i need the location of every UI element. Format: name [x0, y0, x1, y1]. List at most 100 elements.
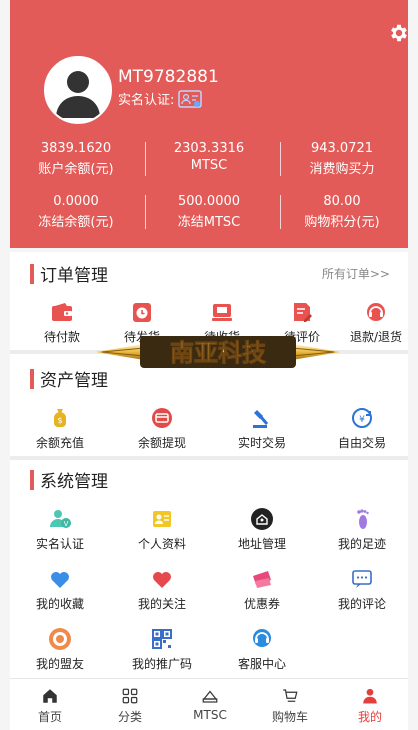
tab-label: 购物车	[271, 710, 308, 724]
system-address[interactable]: 地址管理	[222, 507, 302, 552]
order-label: 待付款	[43, 330, 80, 344]
stat-label: 购物积分(元)	[304, 215, 380, 230]
avatar[interactable]	[44, 56, 112, 124]
tab-label: 分类	[117, 710, 142, 724]
system-favorites[interactable]: 我的收藏	[20, 567, 100, 612]
all-orders-link[interactable]: 所有订单>>	[322, 265, 390, 282]
svg-text:¥: ¥	[359, 415, 365, 425]
system-label: 客服中心	[237, 657, 286, 671]
comment-icon	[352, 570, 372, 588]
hammer-icon	[253, 410, 269, 428]
tab-category[interactable]: 分类	[90, 679, 170, 725]
tab-home[interactable]: 首页	[10, 679, 90, 725]
grid-icon	[122, 688, 138, 704]
system-coupons[interactable]: 优惠券	[222, 567, 302, 612]
asset-realtime-trade[interactable]: 实时交易	[222, 406, 302, 451]
page: MT9782881 实名认证: 3839.1620 账户余额(元) 2303.3…	[0, 0, 418, 730]
heart-red-icon	[153, 572, 171, 588]
stat-value: 500.0000	[177, 194, 241, 209]
realname-label: 实名认证:	[118, 93, 175, 108]
realname-status[interactable]: 实名认证:	[118, 89, 203, 108]
svg-text:V: V	[64, 520, 69, 528]
system-promo-code[interactable]: 我的推广码	[122, 627, 202, 672]
stat-value: 3839.1620	[40, 141, 112, 156]
money-bag-icon: $	[54, 409, 66, 427]
system-label: 我的足迹	[337, 537, 386, 551]
gear-icon[interactable]	[388, 22, 410, 44]
brand-banner: 南亚科技	[96, 336, 340, 368]
heart-blue-icon	[51, 572, 69, 588]
orders-header: 订单管理	[30, 261, 108, 286]
section-marker	[30, 263, 34, 284]
stat-shopping-points[interactable]: 80.00 购物积分(元)	[276, 194, 408, 230]
card-icon	[152, 408, 172, 428]
section-marker	[30, 368, 34, 389]
truck-icon	[212, 304, 232, 321]
coupon-icon	[253, 571, 271, 588]
id-card-icon[interactable]	[178, 89, 203, 108]
stat-frozen-mtsc[interactable]: 500.0000 冻结MTSC	[143, 194, 275, 230]
headset-icon	[367, 303, 385, 321]
system-header: 系统管理	[30, 467, 108, 492]
service-icon	[253, 629, 271, 647]
exchange-icon: ¥	[352, 408, 372, 428]
order-refund[interactable]: 退款/退货	[336, 300, 416, 345]
stat-label: MTSC	[190, 158, 228, 173]
system-realname[interactable]: V 实名认证	[20, 507, 100, 552]
home-icon	[43, 689, 57, 703]
stat-purchasing-power[interactable]: 943.0721 消费购买力	[276, 141, 408, 177]
system-service[interactable]: 客服中心	[222, 627, 302, 672]
asset-withdraw[interactable]: 余额提现	[122, 406, 202, 451]
system-label: 我的关注	[137, 597, 186, 611]
tab-mine[interactable]: 我的	[330, 679, 410, 725]
system-label: 优惠券	[243, 597, 280, 611]
stat-label: 消费购买力	[309, 162, 375, 177]
system-label: 我的收藏	[35, 597, 84, 611]
system-label: 地址管理	[237, 537, 286, 551]
profile-card-icon	[153, 511, 171, 527]
tab-mtsc[interactable]: MTSC	[170, 679, 250, 722]
cart-icon	[283, 689, 298, 702]
profile-header: MT9782881 实名认证: 3839.1620 账户余额(元) 2303.3…	[10, 0, 408, 248]
qrcode-icon	[152, 629, 172, 649]
tab-label: 我的	[357, 710, 382, 724]
svg-text:$: $	[57, 416, 62, 425]
stat-label: 冻结余额(元)	[38, 215, 114, 230]
stat-value: 943.0721	[310, 141, 374, 156]
system-label: 个人资料	[137, 537, 186, 551]
user-verify-icon: V	[50, 510, 71, 528]
tab-label: 首页	[37, 710, 62, 724]
stat-balance[interactable]: 3839.1620 账户余额(元)	[10, 141, 142, 177]
system-label: 实名认证	[35, 537, 84, 551]
wallet-icon	[52, 303, 72, 321]
system-follows[interactable]: 我的关注	[122, 567, 202, 612]
asset-free-trade[interactable]: ¥ 自由交易	[322, 406, 402, 451]
avatar-icon	[46, 58, 110, 122]
asset-recharge[interactable]: $ 余额充值	[20, 406, 100, 451]
username: MT9782881	[118, 67, 219, 87]
person-icon	[363, 688, 377, 704]
asset-label: 余额充值	[35, 436, 84, 450]
system-comments[interactable]: 我的评论	[322, 567, 402, 612]
system-profile[interactable]: 个人资料	[122, 507, 202, 552]
stat-frozen-balance[interactable]: 0.0000 冻结余额(元)	[10, 194, 142, 230]
system-allies[interactable]: 我的盟友	[20, 627, 100, 672]
system-label: 我的盟友	[35, 657, 84, 671]
system-footprint[interactable]: 我的足迹	[322, 507, 402, 552]
tab-cart[interactable]: 购物车	[250, 679, 330, 725]
stat-label: 冻结MTSC	[177, 215, 241, 230]
bottom-tab-bar: 首页 分类 MTSC 购物车 我的	[10, 678, 408, 730]
system-title: 系统管理	[40, 472, 108, 492]
footprint-icon	[357, 509, 369, 529]
coin-icon	[202, 690, 218, 703]
stat-mtsc[interactable]: 2303.3316 MTSC	[143, 141, 275, 173]
asset-label: 自由交易	[337, 436, 386, 450]
order-label: 退款/退货	[349, 330, 403, 344]
order-pending-payment[interactable]: 待付款	[22, 300, 102, 345]
stat-label: 账户余额(元)	[38, 162, 114, 177]
asset-label: 余额提现	[137, 436, 186, 450]
ally-icon	[49, 628, 71, 650]
asset-label: 实时交易	[237, 436, 286, 450]
brand-banner-text: 南亚科技	[170, 339, 267, 367]
section-marker	[30, 469, 34, 490]
